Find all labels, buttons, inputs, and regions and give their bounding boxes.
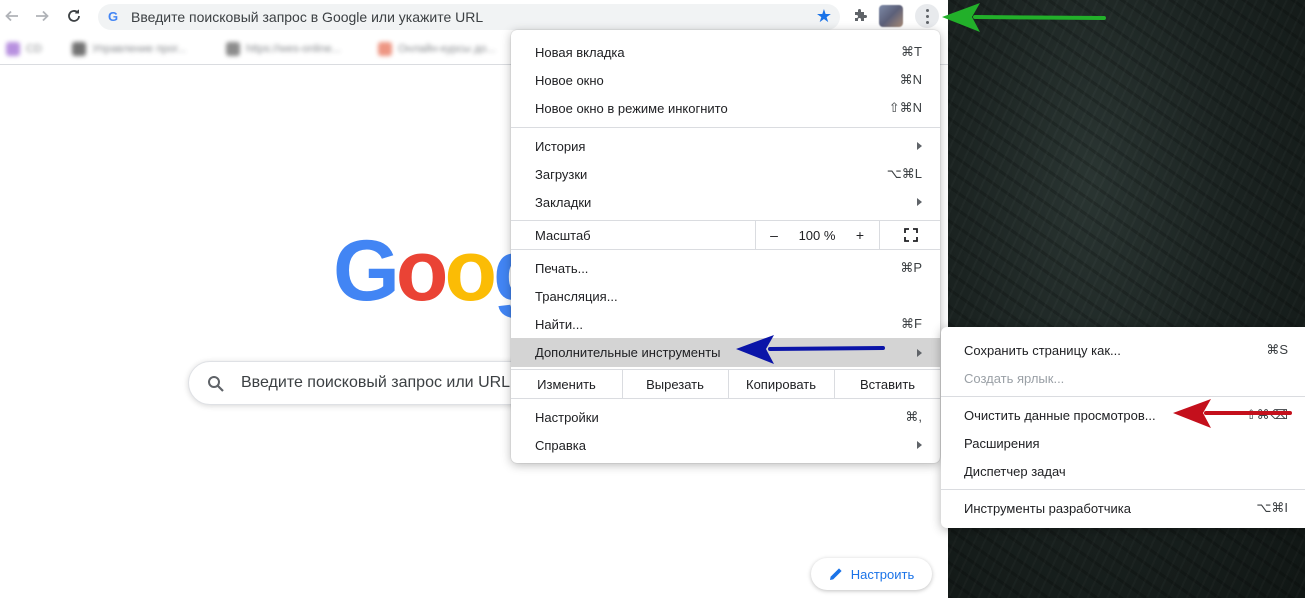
omnibox[interactable]: G Введите поисковый запрос в Google или … xyxy=(98,4,840,30)
menu-item-bookmarks[interactable]: Закладки xyxy=(511,188,940,216)
menu-item-settings[interactable]: Настройки ⌘, xyxy=(511,403,940,431)
zoom-controls: – 100 % + xyxy=(755,221,940,249)
zoom-in-button[interactable]: + xyxy=(842,227,878,243)
pencil-icon xyxy=(829,568,842,580)
menu-item-new-tab[interactable]: Новая вкладка ⌘T xyxy=(511,38,940,66)
more-tools-submenu: Сохранить страницу как... ⌘S Создать ярлы… xyxy=(941,327,1305,528)
bookmark-item[interactable]: Управление прог... xyxy=(72,41,186,57)
search-placeholder: Введите поисковый запрос или URL xyxy=(241,374,511,391)
edit-label: Изменить xyxy=(537,376,596,392)
edit-row: Изменить Вырезать Копировать Вставить xyxy=(511,369,940,399)
back-arrow-icon xyxy=(5,10,18,22)
omnibox-placeholder: Введите поисковый запрос в Google или ук… xyxy=(131,9,484,25)
menu-item-downloads[interactable]: Загрузки ⌥⌘L xyxy=(511,160,940,188)
menu-item-create-shortcut[interactable]: Создать ярлык... xyxy=(941,364,1305,392)
submenu-arrow-icon xyxy=(917,198,922,206)
customize-button[interactable]: Настроить xyxy=(811,558,932,590)
zoom-row: Масштаб – 100 % + xyxy=(511,220,940,250)
extensions-puzzle-icon[interactable] xyxy=(850,6,870,26)
menu-item-incognito[interactable]: Новое окно в режиме инкогнито ⇧⌘N xyxy=(511,94,940,122)
submenu-arrow-icon xyxy=(917,441,922,449)
back-button[interactable] xyxy=(2,6,22,26)
fullscreen-icon xyxy=(903,228,918,242)
menu-item-find[interactable]: Найти... ⌘F xyxy=(511,310,940,338)
menu-item-save-page[interactable]: Сохранить страницу как... ⌘S xyxy=(941,336,1305,364)
dot-icon xyxy=(926,15,929,18)
forward-arrow-icon xyxy=(36,10,49,22)
menu-item-task-manager[interactable]: Диспетчер задач xyxy=(941,457,1305,485)
menu-item-help[interactable]: Справка xyxy=(511,431,940,459)
menu-item-clear-browsing-data[interactable]: Очистить данные просмотров... ⇧⌘⌫ xyxy=(941,401,1305,429)
forward-button[interactable] xyxy=(32,6,52,26)
logo-letter: G xyxy=(333,223,400,319)
reload-button[interactable] xyxy=(64,6,84,26)
bookmark-item[interactable]: https://wes-online... xyxy=(226,41,341,57)
copy-button[interactable]: Копировать xyxy=(729,370,833,398)
chrome-menu-button[interactable] xyxy=(915,4,939,28)
menu-separator xyxy=(941,489,1305,490)
menu-separator xyxy=(941,396,1305,397)
menu-item-more-tools[interactable]: Дополнительные инструменты xyxy=(511,338,940,367)
bookmark-star-icon[interactable]: ★ xyxy=(816,6,832,27)
menu-item-history[interactable]: История xyxy=(511,132,940,160)
zoom-value: 100 % xyxy=(798,227,836,243)
submenu-arrow-icon xyxy=(917,348,922,357)
zoom-out-button[interactable]: – xyxy=(756,227,792,243)
google-g-icon: G xyxy=(108,9,119,24)
menu-item-print[interactable]: Печать... ⌘P xyxy=(511,254,940,282)
logo-letter: o xyxy=(395,223,449,319)
menu-item-extensions[interactable]: Расширения xyxy=(941,429,1305,457)
bookmark-item[interactable]: CD xyxy=(6,41,42,57)
submenu-arrow-icon xyxy=(917,142,922,150)
customize-label: Настроить xyxy=(850,566,915,582)
profile-avatar[interactable] xyxy=(879,5,903,27)
bookmark-item[interactable]: Онлайн-курсы до... xyxy=(378,41,496,57)
menu-separator xyxy=(511,127,940,128)
menu-item-developer-tools[interactable]: Инструменты разработчика ⌥⌘I xyxy=(941,494,1305,522)
search-icon xyxy=(208,376,224,392)
cut-button[interactable]: Вырезать xyxy=(623,370,727,398)
menu-item-new-window[interactable]: Новое окно ⌘N xyxy=(511,66,940,94)
logo-letter: o xyxy=(444,223,497,319)
menu-item-cast[interactable]: Трансляция... xyxy=(511,282,940,310)
chrome-main-menu: Новая вкладка ⌘T Новое окно ⌘N Новое окно … xyxy=(511,30,940,463)
toolbar: G Введите поисковый запрос в Google или … xyxy=(0,0,948,33)
paste-button[interactable]: Вставить xyxy=(835,370,940,398)
fullscreen-button[interactable] xyxy=(879,221,941,249)
reload-icon xyxy=(68,9,80,22)
dot-icon xyxy=(926,9,929,12)
dot-icon xyxy=(926,21,929,24)
